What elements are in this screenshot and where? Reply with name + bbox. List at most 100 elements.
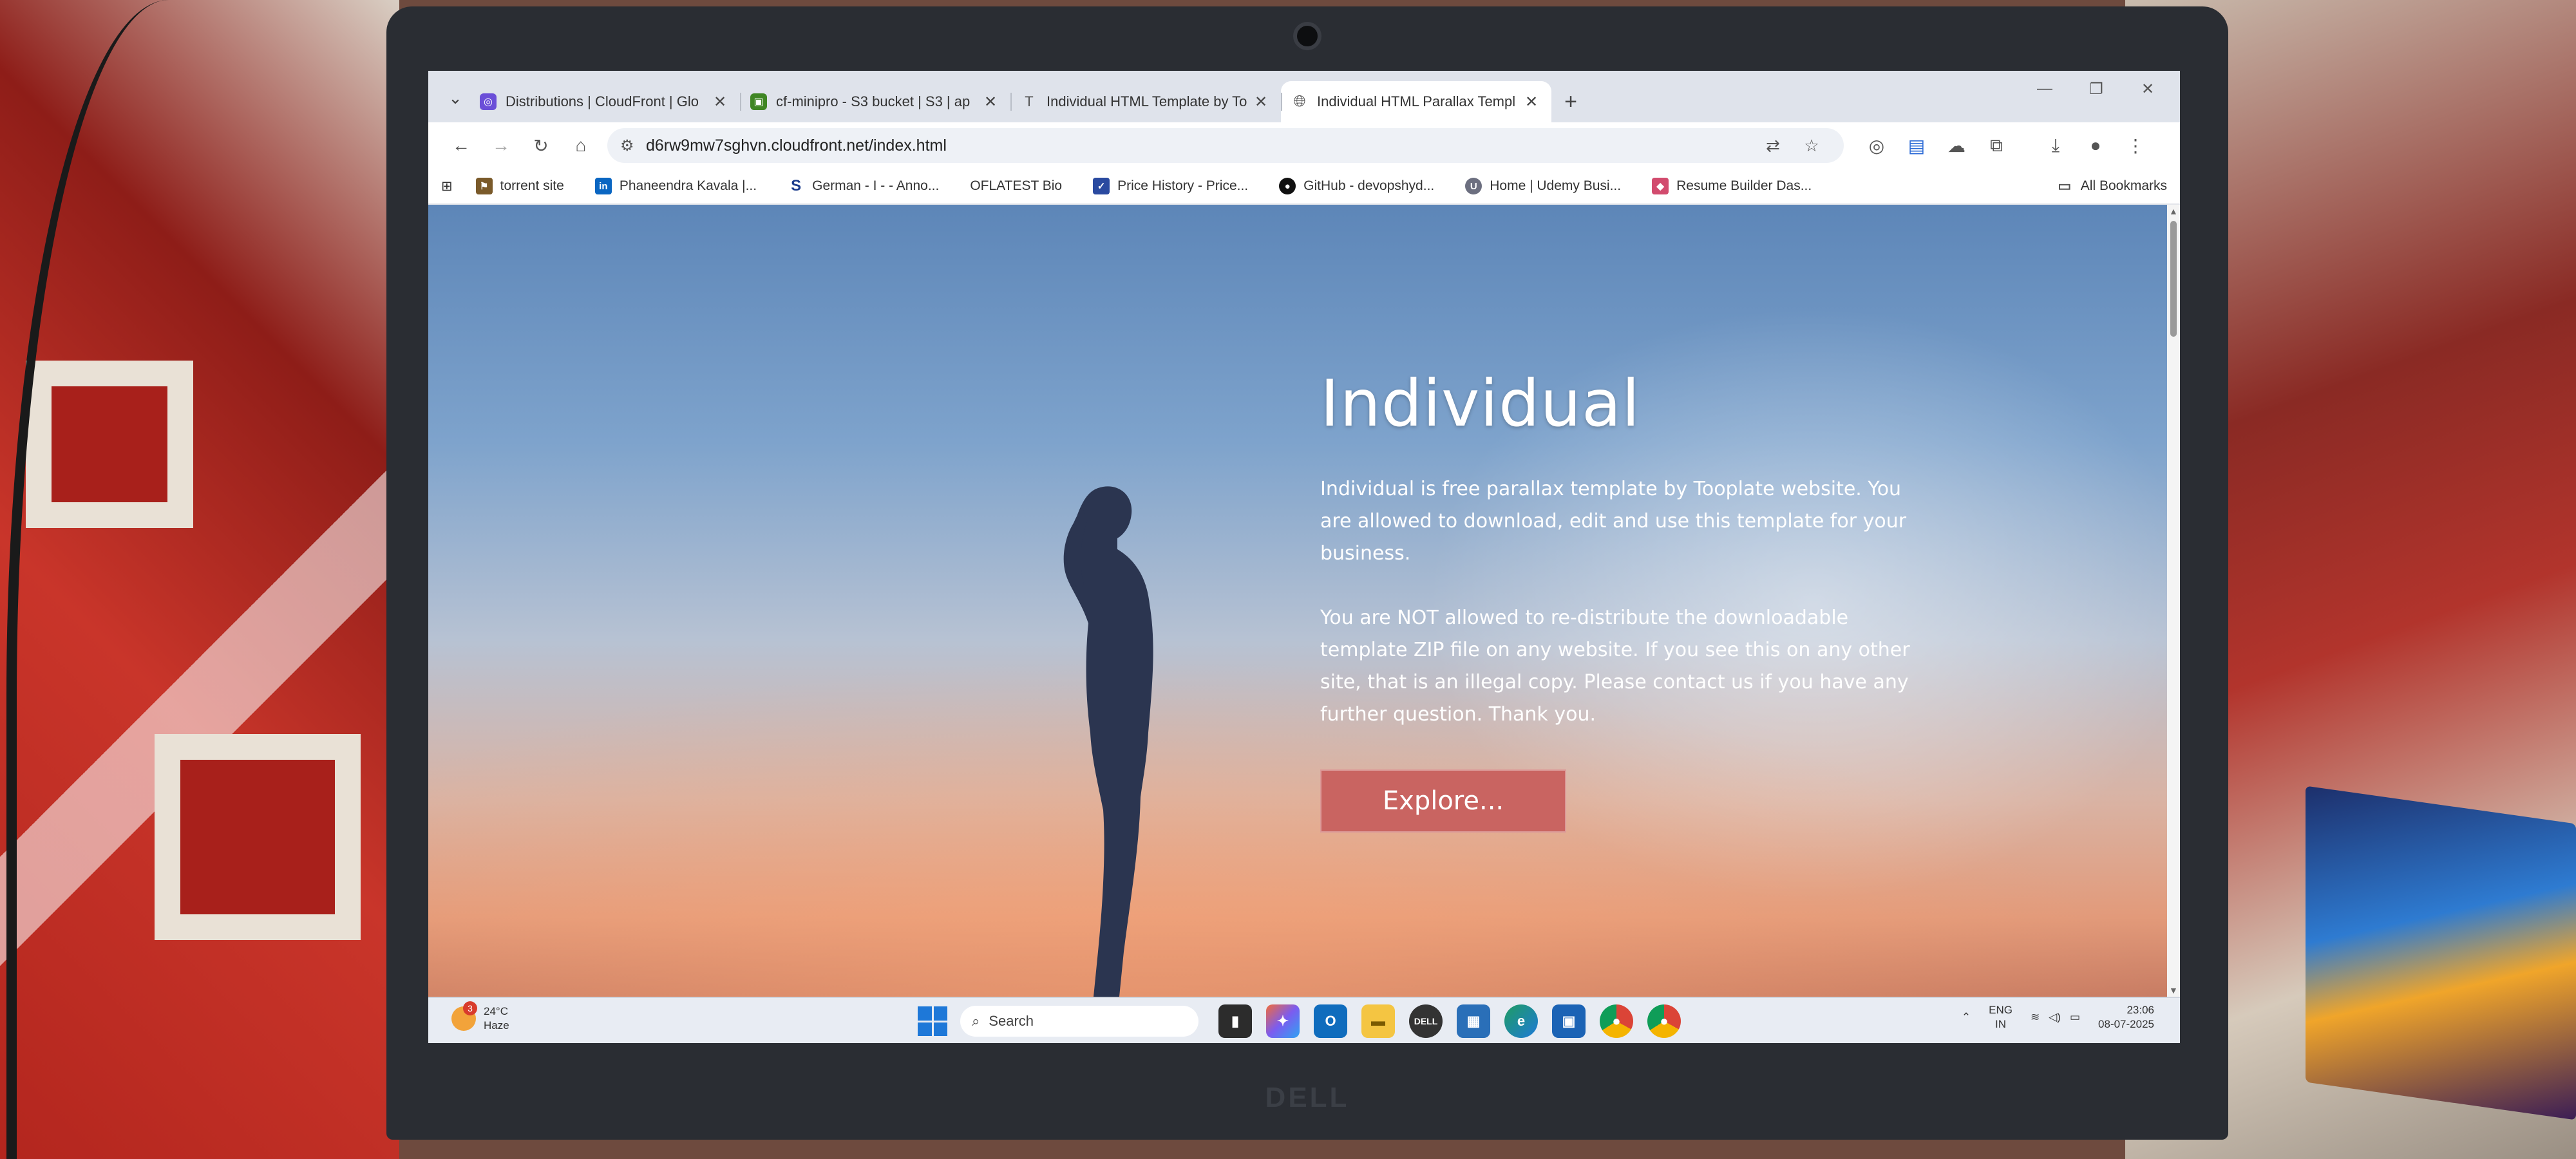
edge-icon[interactable]: e	[1504, 1004, 1538, 1038]
home-icon[interactable]: ⌂	[561, 127, 601, 164]
bookmark-resume[interactable]: ◆ Resume Builder Das...	[1652, 178, 1812, 194]
bookmark-github[interactable]: ● GitHub - devopshyd...	[1279, 178, 1434, 194]
calculator-icon[interactable]: ▦	[1457, 1004, 1490, 1038]
menu-icon[interactable]: ⋮	[2116, 127, 2155, 164]
all-bookmarks[interactable]: ▭ All Bookmarks	[2056, 178, 2167, 194]
weather-widget[interactable]: 3 24°C Haze	[451, 1001, 509, 1033]
bookmark-label: torrent site	[500, 178, 564, 193]
profile-avatar-icon[interactable]: ●	[2076, 127, 2116, 164]
tab-individual-active[interactable]: 🌐︎ Individual HTML Parallax Templ ✕	[1281, 81, 1551, 122]
tab-strip: ⌄ ◎ Distributions | CloudFront | Glo ✕ ▣…	[428, 71, 2180, 122]
tab-search-button[interactable]: ⌄	[441, 79, 469, 117]
hero-section: Individual Individual is free parallax t…	[1320, 366, 1926, 833]
scrollbar-thumb[interactable]	[2170, 221, 2177, 337]
tab-s3[interactable]: ▣ cf-minipro - S3 bucket | S3 | ap ✕	[740, 81, 1010, 122]
windows-start-icon[interactable]	[918, 1006, 947, 1036]
linkedin-icon: in	[594, 178, 612, 194]
minimize-icon[interactable]: —	[2019, 71, 2070, 107]
globe-icon: 🌐︎	[1293, 93, 1306, 110]
tab-cloudfront[interactable]: ◎ Distributions | CloudFront | Glo ✕	[469, 81, 740, 122]
bookmark-torrent[interactable]: ⚑ torrent site	[475, 178, 564, 194]
license-paragraph: You are NOT allowed to re-distribute the…	[1320, 607, 1910, 726]
language-indicator[interactable]: ENG IN	[1989, 1003, 2012, 1032]
tab-title: Individual HTML Parallax Templ	[1317, 93, 1516, 109]
outlook-icon[interactable]: O	[1314, 1004, 1347, 1038]
reload-icon[interactable]: ↻	[521, 127, 561, 164]
battery-icon[interactable]: ▭	[2070, 1010, 2080, 1024]
restore-icon[interactable]: ❐	[2070, 71, 2122, 107]
bookmark-star-icon[interactable]: ☆	[1792, 136, 1831, 156]
extension-icon[interactable]: ◎	[1857, 127, 1897, 164]
bookmark-udemy[interactable]: U Home | Udemy Busi...	[1465, 178, 1621, 194]
wifi-icon[interactable]: ≋	[2031, 1010, 2040, 1024]
store-icon[interactable]: ▣	[1552, 1004, 1586, 1038]
file-explorer-icon[interactable]: ▬	[1361, 1004, 1395, 1038]
chrome-icon[interactable]: ●	[1600, 1004, 1633, 1038]
system-tray: ⌃ ENG IN ≋ ◁) ▭ 23:06 08-07-2025	[1944, 1003, 2154, 1032]
close-icon[interactable]: ✕	[1522, 93, 1541, 111]
weather-icon: 3	[451, 1001, 477, 1031]
extensions-area: ◎ ▤ ☁ ⧉ ⤓ ● ⋮	[1857, 127, 2155, 164]
puzzle-icon[interactable]: ⧉	[1976, 127, 2016, 164]
windows-taskbar: 3 24°C Haze ⌕ Search ▮ ✦ O ▬ DELL ▦ e ▣ …	[428, 997, 2180, 1043]
bookmark-linkedin[interactable]: in Phaneendra Kavala |...	[594, 178, 757, 194]
back-icon[interactable]: ←	[441, 127, 481, 164]
taskbar-apps: ⌕ Search ▮ ✦ O ▬ DELL ▦ e ▣ ● ●	[918, 1004, 1688, 1038]
download-icon[interactable]: ⤓	[2036, 127, 2076, 164]
resume-icon: ◆	[1652, 178, 1669, 194]
clock-time: 23:06	[2126, 1004, 2154, 1016]
scroll-up-icon[interactable]: ▲	[2169, 206, 2178, 216]
bookmarks-bar: ⊞ ⚑ torrent site in Phaneendra Kavala |.…	[428, 169, 2180, 205]
brand-logo: DELL	[1265, 1082, 1350, 1113]
tab-title: Individual HTML Template by To	[1046, 93, 1247, 109]
task-view-icon[interactable]: ▮	[1218, 1004, 1252, 1038]
clock-date: 08-07-2025	[2098, 1018, 2154, 1030]
page-title: Individual	[1320, 366, 1641, 441]
lang-bottom: IN	[1995, 1018, 2007, 1030]
close-icon[interactable]: ✕	[1251, 93, 1271, 111]
cloud-icon[interactable]: ☁	[1937, 127, 1976, 164]
tab-tooplate[interactable]: T Individual HTML Template by To ✕	[1010, 81, 1281, 122]
intro-paragraph: Individual is free parallax template by …	[1320, 478, 1907, 565]
chevron-up-icon[interactable]: ⌃	[1962, 1010, 1971, 1024]
close-icon[interactable]: ✕	[981, 93, 1000, 111]
copilot-icon[interactable]: ✦	[1266, 1004, 1300, 1038]
bookmark-oflatest[interactable]: OFLATEST Bio	[970, 178, 1062, 194]
bookmark-label: German - I - - Anno...	[812, 178, 940, 193]
bookmark-price-history[interactable]: ✓ Price History - Price...	[1093, 178, 1248, 194]
lang-top: ENG	[1989, 1004, 2012, 1016]
bookmark-label: Price History - Price...	[1117, 178, 1249, 193]
taskbar-search[interactable]: ⌕ Search	[960, 1006, 1198, 1037]
page-scrollbar[interactable]: ▲ ▼	[2167, 205, 2180, 997]
address-bar[interactable]: ⚙ d6rw9mw7sghvn.cloudfront.net/index.htm…	[607, 128, 1844, 163]
laptop-screen: ⌄ ◎ Distributions | CloudFront | Glo ✕ ▣…	[428, 71, 2180, 1043]
scroll-down-icon[interactable]: ▼	[2169, 985, 2178, 995]
forward-icon[interactable]: →	[481, 127, 521, 164]
close-window-icon[interactable]: ✕	[2122, 71, 2174, 107]
new-tab-button[interactable]: +	[1551, 81, 1590, 122]
tooplate-icon: T	[1025, 93, 1034, 109]
price-icon: ✓	[1093, 178, 1110, 194]
site-info-icon[interactable]: ⚙	[620, 137, 646, 155]
volume-icon[interactable]: ◁)	[2049, 1010, 2061, 1024]
url-text[interactable]: d6rw9mw7sghvn.cloudfront.net/index.html	[646, 137, 1754, 155]
notification-badge: 3	[463, 1001, 477, 1015]
bookmark-german[interactable]: S German - I - - Anno...	[788, 177, 940, 194]
browser-toolbar: ← → ↻ ⌂ ⚙ d6rw9mw7sghvn.cloudfront.net/i…	[428, 122, 2180, 169]
s-icon: S	[791, 177, 802, 194]
explore-button[interactable]: Explore...	[1320, 769, 1566, 833]
weather-desc: Haze	[484, 1019, 509, 1032]
books-stack	[2306, 786, 2576, 1120]
bookmark-label: Phaneendra Kavala |...	[619, 178, 757, 193]
webcam-icon	[1293, 22, 1321, 50]
clock[interactable]: 23:06 08-07-2025	[2098, 1003, 2154, 1032]
dell-icon[interactable]: DELL	[1409, 1004, 1443, 1038]
chrome-profile-icon[interactable]: ●	[1647, 1004, 1681, 1038]
github-icon: ●	[1279, 178, 1296, 194]
apps-grid-icon[interactable]: ⊞	[441, 178, 453, 194]
close-icon[interactable]: ✕	[710, 93, 730, 111]
torrent-icon: ⚑	[475, 178, 493, 194]
translate-icon[interactable]: ⇄	[1754, 136, 1792, 156]
translate-extension-icon[interactable]: ▤	[1897, 127, 1937, 164]
woman-silhouette	[1063, 486, 1153, 997]
